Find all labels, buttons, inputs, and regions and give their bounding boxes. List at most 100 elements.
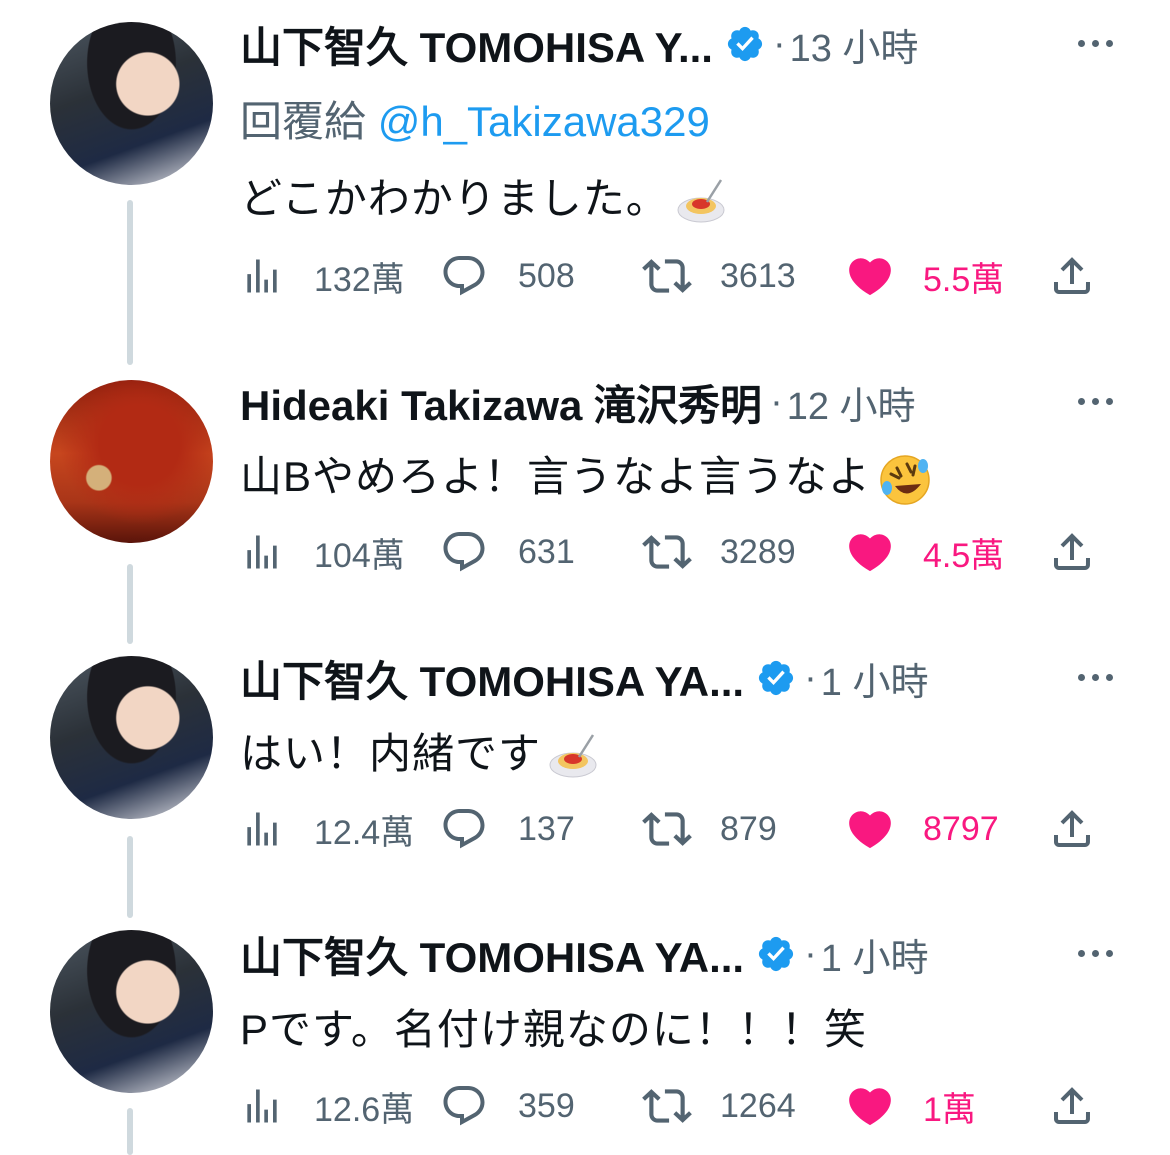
share-icon <box>1054 257 1090 294</box>
tweet-text: どこかわかりました。 <box>240 165 727 228</box>
verified-badge-icon <box>727 26 763 62</box>
verified-badge-icon <box>759 660 794 696</box>
views-button[interactable]: 12.6萬 <box>240 1076 414 1136</box>
reply-label: 回覆給 <box>240 98 367 145</box>
tweet[interactable]: Hideaki Takizawa 滝沢秀明 · 12 小時 山Bやめろよ！言うな… <box>0 360 1170 620</box>
share-button[interactable] <box>1048 799 1096 859</box>
separator-dot: · <box>770 380 783 423</box>
like-button[interactable]: 8797 <box>845 799 999 859</box>
tweet-text: 山Bやめろよ！言うなよ言うなよ <box>240 443 933 508</box>
tweet-header: 山下智久 TOMOHISA YA... · 1 小時 <box>240 926 928 982</box>
tweet-text: Pです。名付け親なのに！！！笑 <box>240 996 867 1057</box>
reply-icon <box>443 1086 485 1126</box>
heart-filled-icon <box>849 258 891 296</box>
views-count: 12.4萬 <box>314 813 415 852</box>
share-button[interactable] <box>1048 1076 1096 1136</box>
reply-button[interactable]: 631 <box>440 522 575 582</box>
rolling-laughing-emoji-icon <box>880 455 930 505</box>
views-button[interactable]: 104萬 <box>240 522 405 582</box>
repost-icon <box>642 1089 692 1123</box>
action-bar: 104萬 631 3289 4.5萬 <box>240 522 1100 582</box>
more-options-icon[interactable] <box>1072 391 1118 411</box>
tweet[interactable]: 山下智久 TOMOHISA YA... · 1 小時 はい！内緒です 12.4萬… <box>0 636 1170 896</box>
views-icon <box>247 259 277 293</box>
views-count: 132萬 <box>314 260 405 299</box>
author-name[interactable]: Hideaki Takizawa 滝沢秀明 <box>240 372 762 433</box>
reply-button[interactable]: 137 <box>440 799 575 859</box>
avatar[interactable] <box>50 930 213 1093</box>
action-bar: 12.6萬 359 1264 1萬 <box>240 1076 1100 1136</box>
timestamp[interactable]: 12 小時 <box>787 375 916 430</box>
share-button[interactable] <box>1048 522 1096 582</box>
repost-count: 3613 <box>720 256 796 295</box>
avatar[interactable] <box>50 22 213 185</box>
repost-button[interactable]: 1264 <box>642 1076 796 1136</box>
views-icon <box>247 812 277 846</box>
views-button[interactable]: 132萬 <box>240 246 405 306</box>
more-options-icon[interactable] <box>1072 943 1118 963</box>
repost-count: 1264 <box>720 1086 796 1125</box>
repost-count: 3289 <box>720 532 796 571</box>
reply-icon <box>443 256 485 296</box>
tweet-header: 山下智久 TOMOHISA YA... · 1 小時 <box>240 650 928 706</box>
tweet-text: はい！内緒です <box>240 720 599 783</box>
like-button[interactable]: 1萬 <box>845 1076 976 1136</box>
avatar[interactable] <box>50 656 213 819</box>
action-bar: 132萬 508 3613 5.5萬 <box>240 246 1100 306</box>
like-count: 5.5萬 <box>923 260 1005 299</box>
heart-filled-icon <box>849 534 891 572</box>
like-button[interactable]: 4.5萬 <box>845 522 1004 582</box>
reply-count: 508 <box>518 256 575 295</box>
views-count: 104萬 <box>314 536 405 575</box>
like-count: 1萬 <box>923 1090 976 1129</box>
share-icon <box>1054 533 1090 570</box>
timestamp[interactable]: 13 小時 <box>790 17 919 72</box>
reply-button[interactable]: 359 <box>440 1076 575 1136</box>
avatar[interactable] <box>50 380 213 543</box>
tweet-header: 山下智久 TOMOHISA Y... · 13 小時 <box>240 16 918 72</box>
more-options-icon[interactable] <box>1072 33 1118 53</box>
share-icon <box>1054 1087 1090 1124</box>
views-icon <box>247 535 277 569</box>
share-icon <box>1054 810 1090 847</box>
repost-button[interactable]: 879 <box>642 799 777 859</box>
views-icon <box>247 1089 277 1123</box>
action-bar: 12.4萬 137 879 8797 <box>240 799 1100 859</box>
views-button[interactable]: 12.4萬 <box>240 799 414 859</box>
repost-icon <box>642 259 692 293</box>
tweet-text-content: Pです。名付け親なのに！！！笑 <box>240 1006 867 1053</box>
repost-icon <box>642 535 692 569</box>
spaghetti-emoji-icon <box>549 734 597 778</box>
tweet-text-content: はい！内緒です <box>240 730 542 777</box>
reply-icon <box>443 809 485 849</box>
verified-badge-icon <box>759 936 794 972</box>
tweet[interactable]: 山下智久 TOMOHISA Y... · 13 小時 回覆給 @h_Takiza… <box>0 0 1170 340</box>
separator-dot: · <box>804 656 817 699</box>
more-options-icon[interactable] <box>1072 667 1118 687</box>
views-count: 12.6萬 <box>314 1090 415 1129</box>
reply-button[interactable]: 508 <box>440 246 575 306</box>
reply-count: 359 <box>518 1086 575 1125</box>
share-button[interactable] <box>1048 246 1096 306</box>
heart-filled-icon <box>849 1088 891 1126</box>
author-name[interactable]: 山下智久 TOMOHISA Y... <box>240 14 713 75</box>
tweet-header: Hideaki Takizawa 滝沢秀明 · 12 小時 <box>240 374 916 430</box>
repost-button[interactable]: 3613 <box>642 246 796 306</box>
tweet[interactable]: 山下智久 TOMOHISA YA... · 1 小時 Pです。名付け親なのに！！… <box>0 910 1170 1155</box>
spaghetti-emoji-icon <box>677 179 725 223</box>
reply-context: 回覆給 @h_Takizawa329 <box>240 88 710 149</box>
tweet-text-content: どこかわかりました。 <box>240 175 669 222</box>
separator-dot: · <box>804 932 817 975</box>
reply-count: 137 <box>518 809 575 848</box>
mention-link[interactable]: @h_Takizawa329 <box>378 98 710 145</box>
timestamp[interactable]: 1 小時 <box>821 927 929 982</box>
like-count: 8797 <box>923 809 999 848</box>
like-count: 4.5萬 <box>923 536 1005 575</box>
author-name[interactable]: 山下智久 TOMOHISA YA... <box>240 924 744 985</box>
like-button[interactable]: 5.5萬 <box>845 246 1004 306</box>
author-name[interactable]: 山下智久 TOMOHISA YA... <box>240 648 744 709</box>
repost-button[interactable]: 3289 <box>642 522 796 582</box>
heart-filled-icon <box>849 811 891 849</box>
timestamp[interactable]: 1 小時 <box>821 651 929 706</box>
repost-count: 879 <box>720 809 777 848</box>
